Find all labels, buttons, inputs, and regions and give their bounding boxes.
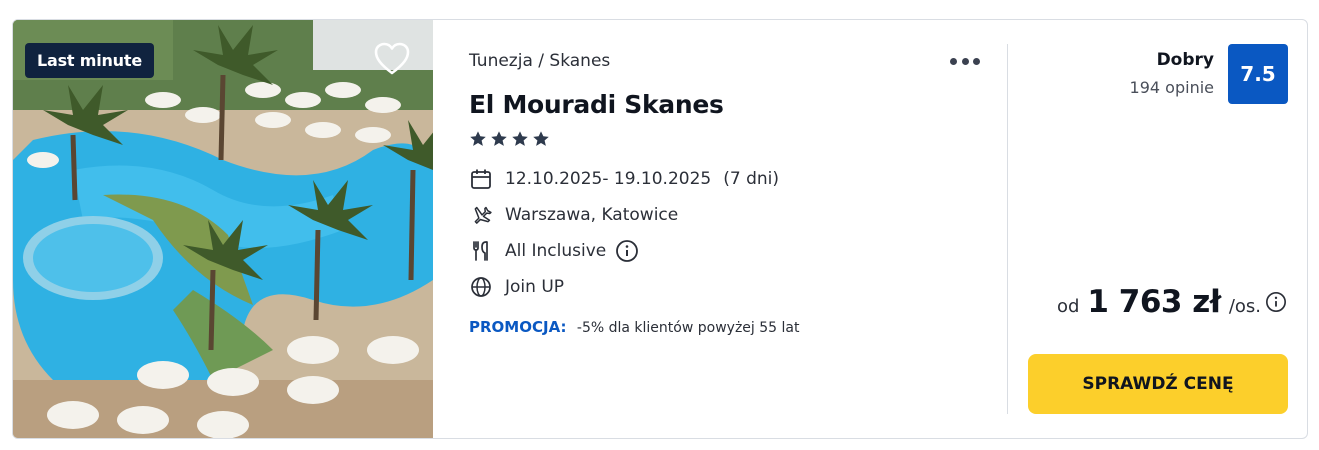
plane-icon [469,203,493,227]
rating-label: Dobry [1156,50,1214,70]
price-per-person: /os. [1228,296,1261,317]
cutlery-icon [469,239,493,263]
heart-icon[interactable] [372,40,412,78]
star-icon [512,131,528,146]
promo-label: PROMOCJA: [469,318,567,336]
info-icon[interactable] [1265,291,1287,313]
rating-score-badge: 7.5 [1228,44,1288,104]
hotel-name[interactable]: El Mouradi Skanes [469,90,724,119]
tour-operator-row: Join UP [469,275,564,299]
star-icon [470,131,486,146]
offer-card[interactable]: Last minute Tunezja / Skanes El Mouradi … [12,19,1308,439]
star-icon [533,131,549,146]
trip-duration: (7 dni) [723,169,779,189]
price-block: od 1 763 zł /os. [1057,284,1287,320]
board-type: All Inclusive [505,241,607,261]
globe-icon [469,275,493,299]
promo-text: -5% dla klientów powyżej 55 lat [576,320,800,336]
star-icon [491,131,507,146]
star-rating [469,130,550,148]
departure-row: Warszawa, Katowice [469,203,678,227]
calendar-icon [469,167,493,191]
price-from-label: od [1056,296,1080,317]
column-divider [1007,44,1008,414]
check-price-button[interactable]: SPRAWDŹ CENĘ [1028,354,1288,414]
travel-dates: 12.10.2025- 19.10.2025 [505,169,712,189]
pool-photo-illustration [13,20,433,438]
more-dots-icon[interactable] [947,50,983,72]
tour-operator: Join UP [505,277,565,297]
review-count[interactable]: 194 opinie [1130,78,1214,97]
board-row: All Inclusive [469,239,639,263]
hotel-photo[interactable]: Last minute [13,20,433,438]
price-amount: 1 763 zł [1087,284,1221,320]
info-icon[interactable] [615,239,639,263]
travel-dates-row: 12.10.2025- 19.10.2025 (7 dni) [469,167,779,191]
location-breadcrumb[interactable]: Tunezja / Skanes [469,51,610,71]
promo-line: PROMOCJA: -5% dla klientów powyżej 55 la… [469,318,799,336]
last-minute-badge: Last minute [25,43,154,78]
offer-details: Tunezja / Skanes El Mouradi Skanes 12.10… [469,20,1009,438]
departure-cities: Warszawa, Katowice [505,205,679,225]
